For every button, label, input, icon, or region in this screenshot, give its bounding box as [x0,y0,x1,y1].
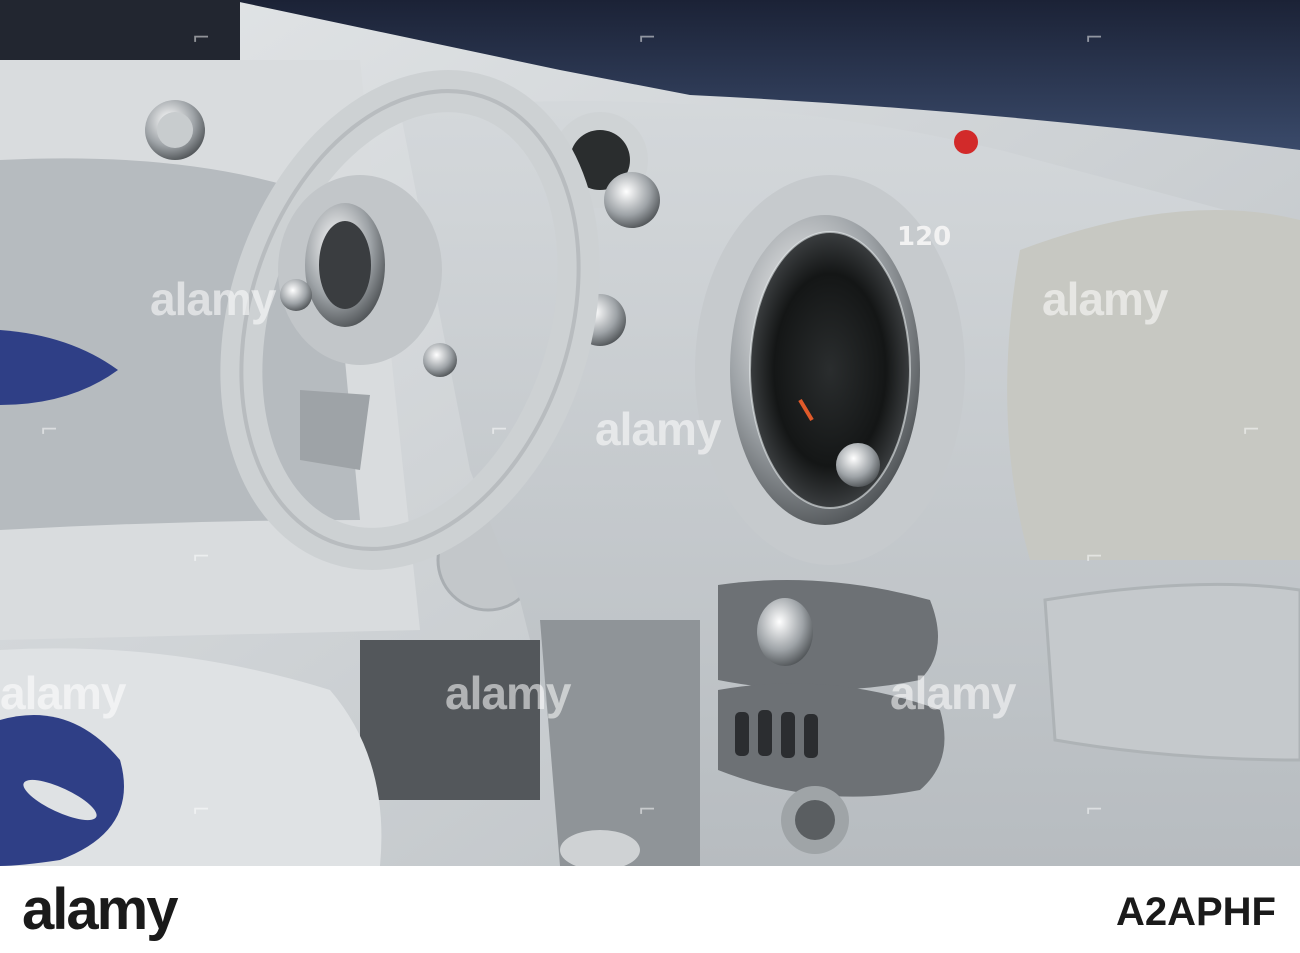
watermark-mark: ⌐ [490,418,509,443]
watermark-mark: ⌐ [1085,26,1104,51]
watermark-mark: ⌐ [192,545,211,570]
footer-image-id: A2APHF [1115,890,1276,934]
speedometer-reading: 120 [897,222,952,252]
watermark-mark: ⌐ [1085,798,1104,823]
watermark-mark: ⌐ [638,26,657,51]
watermark-text: alamy [1042,273,1168,325]
car-interior-photo: 120 alamy alamy alamy alamy alamy alamy … [0,0,1300,866]
watermark-mark: ⌐ [1085,545,1104,570]
watermark-mark: ⌐ [638,798,657,823]
watermark-text: alamy [890,667,1016,719]
watermark-text: alamy [595,403,721,455]
watermark-mark: ⌐ [40,418,59,443]
watermark-mark: ⌐ [192,26,211,51]
watermark-mark: ⌐ [1242,418,1261,443]
watermark-text: alamy [150,273,276,325]
footer-bar [0,866,1300,953]
watermark-mark: ⌐ [192,798,211,823]
footer-brand-logo: alamy [22,877,178,942]
watermark-text: alamy [445,667,571,719]
watermark-text: alamy [0,667,126,719]
